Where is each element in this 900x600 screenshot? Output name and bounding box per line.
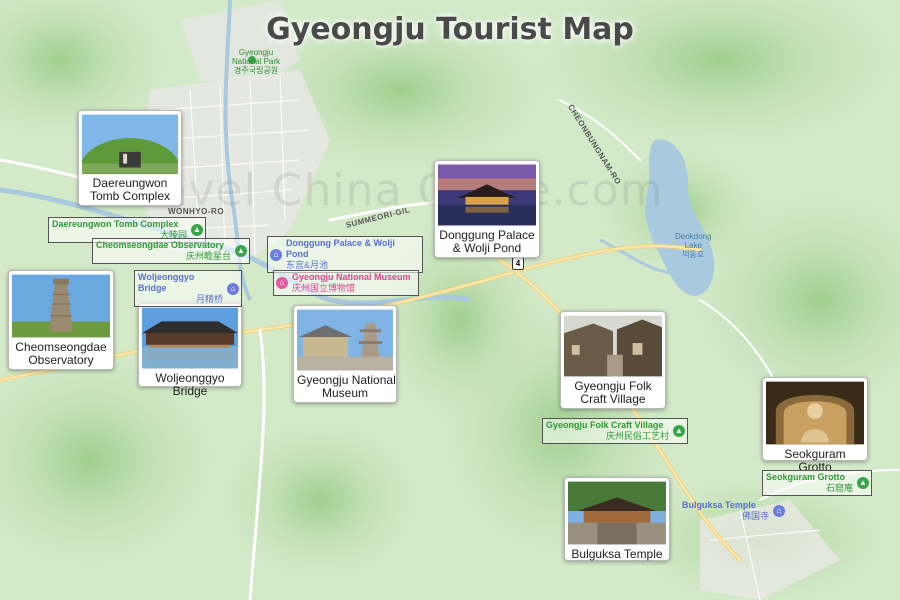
park-icon: ▲ xyxy=(235,245,247,257)
photo-donggung xyxy=(438,164,536,226)
lake-label: Deokdong Lake 덕동호 xyxy=(675,232,711,259)
poi-name-cheomseongdae: Cheomseongdae Observatory xyxy=(96,240,225,250)
card-bulguksa[interactable]: Bulguksa Temple xyxy=(564,477,670,561)
park-icon: ▲ xyxy=(857,477,869,489)
card-cheomseongdae[interactable]: Cheomseongdae Observatory xyxy=(8,270,114,370)
caption-woljeonggyo: Woljeonggyo Bridge xyxy=(155,371,225,398)
caption-donggung: Donggung Palace & Wolji Pond xyxy=(439,228,535,255)
poi-label-woljeonggyo[interactable]: Woljeonggyo Bridge 月精桥 ⌂ xyxy=(134,270,242,307)
card-woljeonggyo[interactable]: Woljeonggyo Bridge xyxy=(138,303,242,398)
photo-daereungwon xyxy=(82,114,178,174)
card-folk-village[interactable]: Gyeongju Folk Craft Village xyxy=(560,311,666,409)
lake-name: Deokdong Lake xyxy=(675,232,712,250)
caption-daereungwon: Daereungwon Tomb Complex xyxy=(89,176,171,203)
photo-cheomseongdae xyxy=(12,274,110,338)
photo-woljeonggyo xyxy=(142,307,238,369)
poi-name-bulguksa: Bulguksa Temple xyxy=(682,500,756,510)
poi-name-cn-seokguram: 石窟庵 xyxy=(825,483,853,493)
poi-name-cn-folk-village: 庆州民俗工艺村 xyxy=(605,431,669,441)
museum-icon: ⌂ xyxy=(276,277,288,289)
attraction-icon: ⌂ xyxy=(270,248,282,261)
national-park-name: Gyeongju National Park xyxy=(232,48,281,66)
card-seokguram[interactable]: Seokguram Grotto xyxy=(762,377,868,474)
lake-name-kr: 덕동호 xyxy=(682,250,705,259)
photo-seokguram xyxy=(766,381,864,445)
photo-folk-village xyxy=(564,315,662,377)
poi-name-cn-cheomseongdae: 庆州瞻星台 xyxy=(185,251,231,261)
poi-label-folk-village[interactable]: Gyeongju Folk Craft Village 庆州民俗工艺村 ▲ xyxy=(542,418,688,444)
poi-label-donggung[interactable]: Donggung Palace & Wolji Pond 东宫&月池 ⌂ xyxy=(267,236,423,273)
attraction-icon: ⌂ xyxy=(227,282,239,295)
poi-label-cheomseongdae[interactable]: Cheomseongdae Observatory 庆州瞻星台 ▲ xyxy=(92,238,250,264)
card-gyeongju-museum[interactable]: Gyeongju National Museum xyxy=(293,305,397,403)
caption-folk-village: Gyeongju Folk Craft Village xyxy=(574,379,652,406)
poi-name-cn-bulguksa: 佛国寺 xyxy=(741,511,769,521)
route-shield: 4 xyxy=(512,257,524,270)
poi-name-woljeonggyo: Woljeonggyo Bridge xyxy=(138,272,195,293)
caption-gyeongju-museum: Gyeongju National Museum xyxy=(297,373,396,400)
national-park-label: Gyeongju National Park 경주국립공원 xyxy=(232,48,280,75)
caption-bulguksa: Bulguksa Temple xyxy=(571,547,663,561)
poi-name-cn-museum: 庆州国立博物馆 xyxy=(292,283,356,293)
photo-gyeongju-museum xyxy=(297,309,393,371)
map-title: Gyeongju Tourist Map xyxy=(266,12,634,47)
map-canvas[interactable]: Gyeongju Tourist Map Travel China Guide.… xyxy=(0,0,900,600)
national-park-name-kr: 경주국립공원 xyxy=(233,66,279,75)
card-donggung[interactable]: Donggung Palace & Wolji Pond xyxy=(434,160,540,258)
park-icon: ▲ xyxy=(191,224,203,236)
card-daereungwon[interactable]: Daereungwon Tomb Complex xyxy=(78,110,182,206)
poi-name-donggung: Donggung Palace & Wolji Pond xyxy=(286,238,395,259)
attraction-icon: ⌂ xyxy=(773,505,785,517)
poi-name-seokguram: Seokguram Grotto xyxy=(766,472,846,482)
road-label-wonhyo: WONHYO-RO xyxy=(168,207,225,216)
photo-bulguksa xyxy=(568,481,666,545)
poi-label-museum[interactable]: Gyeongju National Museum 庆州国立博物馆 ⌂ xyxy=(273,270,419,296)
poi-name-museum: Gyeongju National Museum xyxy=(292,272,411,282)
poi-label-seokguram[interactable]: Seokguram Grotto 石窟庵 ▲ xyxy=(762,470,872,496)
caption-cheomseongdae: Cheomseongdae Observatory xyxy=(15,340,107,367)
poi-name-folk-village: Gyeongju Folk Craft Village xyxy=(546,420,664,430)
park-icon: ▲ xyxy=(673,425,685,437)
poi-label-bulguksa[interactable]: Bulguksa Temple 佛国寺 ⌂ xyxy=(678,498,788,524)
poi-name-daereungwon: Daereungwon Tomb Complex xyxy=(52,219,179,229)
poi-name-cn-woljeonggyo: 月精桥 xyxy=(195,294,223,304)
